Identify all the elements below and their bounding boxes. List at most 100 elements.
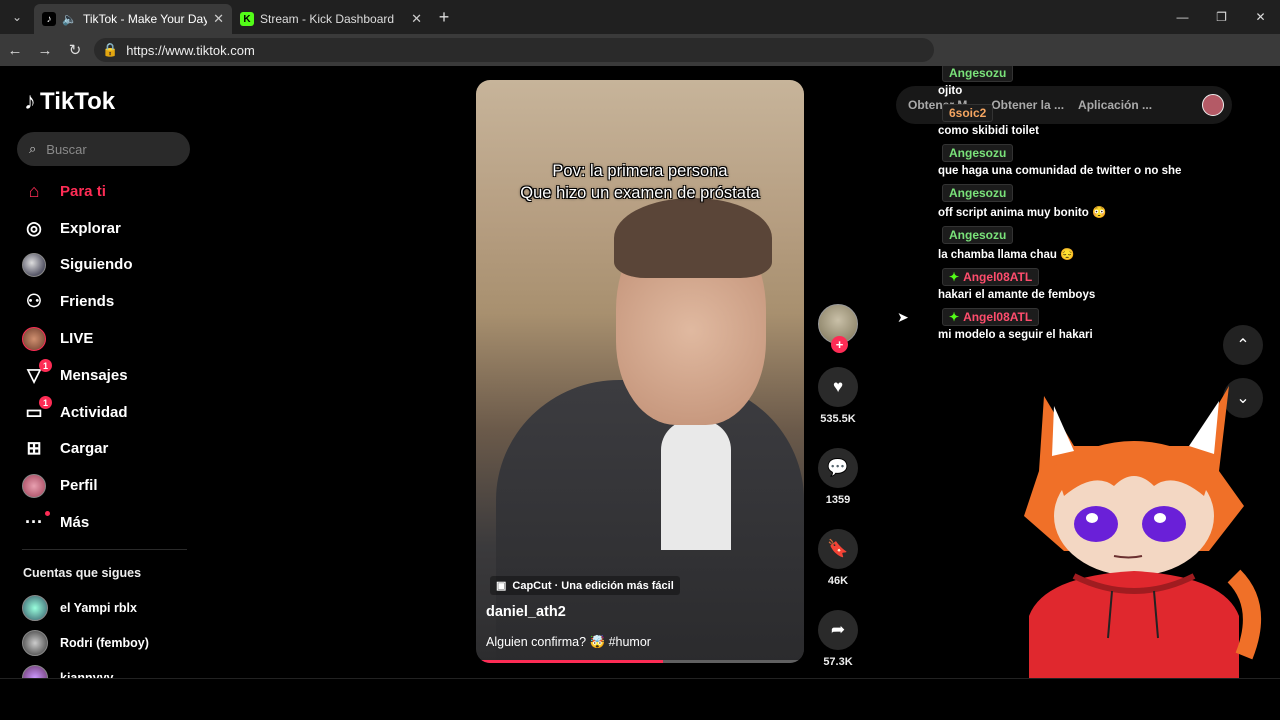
- live-avatar-icon: [22, 326, 46, 351]
- account-name: kiannyyy: [60, 670, 114, 679]
- sidebar-item-explorar[interactable]: ◎ Explorar: [18, 210, 198, 247]
- profile-avatar-icon: [22, 473, 46, 498]
- capcut-icon: ▣: [496, 580, 507, 592]
- chat-username-text: Angel08ATL: [963, 270, 1033, 284]
- stream-chat-overlay: ahora tengo duda que beneficios tengo si…: [938, 66, 1238, 348]
- video-actions: + ♥ 535.5K 💬 1359 🔖 46K ➦ 57.3K: [814, 304, 862, 678]
- chat-message: Angesozu que haga una comunidad de twitte…: [938, 144, 1238, 177]
- chat-username-text: Angesozu: [949, 228, 1007, 242]
- browser-tab-kick[interactable]: K Stream - Kick Dashboard ✕: [232, 4, 430, 34]
- url-input[interactable]: 🔒 https://www.tiktok.com: [94, 38, 934, 62]
- forward-icon[interactable]: →: [30, 42, 60, 59]
- chat-username-text: Angesozu: [949, 186, 1007, 200]
- reload-icon[interactable]: ↻: [60, 41, 90, 59]
- chat-message: Angesozu off script anima muy bonito 😳: [938, 184, 1238, 219]
- sidebar-item-label: Mensajes: [60, 366, 128, 384]
- sidebar-item-cargar[interactable]: ⊞ Cargar: [18, 431, 198, 468]
- chat-username-text: Angel08ATL: [963, 310, 1033, 324]
- chat-username[interactable]: ✦ Angel08ATL: [942, 268, 1040, 286]
- chat-username[interactable]: Angesozu: [942, 66, 1014, 82]
- video-caption: Pov: la primera persona Que hizo un exam…: [476, 160, 804, 204]
- close-window-icon[interactable]: ✕: [1241, 0, 1280, 34]
- chat-username-text: Angesozu: [949, 146, 1007, 160]
- taskbar-area: [0, 678, 1280, 720]
- video-frame-hair: [614, 198, 772, 278]
- tiktok-icon: ♪: [42, 12, 56, 26]
- chat-message-text: off script anima muy bonito 😳: [938, 207, 1107, 219]
- window-controls: — ❐ ✕: [1163, 0, 1280, 34]
- follow-plus-icon[interactable]: +: [831, 336, 848, 353]
- tab-list-chevron-icon[interactable]: ⌄: [0, 0, 34, 34]
- sidebar-item-mensajes[interactable]: ▽ 1 Mensajes: [18, 357, 198, 394]
- chat-username-text: 6soic2: [949, 106, 987, 120]
- share-count: 57.3K: [823, 656, 853, 668]
- caption-line: Pov: la primera persona: [552, 162, 728, 180]
- account-name: Rodri (femboy): [60, 635, 149, 650]
- video-author[interactable]: daniel_ath2: [486, 604, 566, 620]
- compass-icon: ◎: [26, 217, 42, 238]
- sidebar-item-label: Cargar: [60, 440, 109, 458]
- video-frame-shirt: [661, 420, 731, 550]
- comment-count: 1359: [825, 494, 851, 506]
- bookmark-icon[interactable]: 🔖: [818, 529, 858, 569]
- browser-tab-tiktok[interactable]: ♪ 🔈 TikTok - Make Your Day ✕: [34, 4, 232, 34]
- chat-username[interactable]: Angesozu: [942, 144, 1014, 162]
- sidebar-item-mas[interactable]: ··· Más: [18, 504, 198, 541]
- close-icon[interactable]: ✕: [213, 11, 224, 27]
- site-info-icon[interactable]: 🔒: [102, 42, 118, 58]
- chat-message: Angesozu ojito: [938, 66, 1238, 97]
- video-progress-bar[interactable]: [476, 660, 804, 663]
- video-description: Alguien confirma? 🤯 #humor: [486, 635, 651, 649]
- account-name: el Yampi rblx: [60, 600, 137, 615]
- caption-line: Que hizo un examen de próstata: [520, 184, 760, 202]
- share-arrow-icon[interactable]: ➦: [818, 610, 858, 650]
- search-input[interactable]: ⌕ Buscar: [17, 132, 190, 166]
- sidebar-item-actividad[interactable]: ▭ 1 Actividad: [18, 394, 198, 431]
- chat-message: 6soic2 como skibidi toilet: [938, 104, 1238, 137]
- mouse-cursor-icon: ➤: [897, 309, 909, 325]
- sub-badge-icon: ✦: [949, 310, 960, 324]
- back-icon[interactable]: ←: [0, 42, 30, 59]
- more-icon: ···: [22, 510, 50, 535]
- speaker-icon[interactable]: 🔈: [62, 12, 77, 26]
- maximize-icon[interactable]: ❐: [1202, 0, 1241, 34]
- sub-badge-icon: ✦: [949, 270, 960, 284]
- new-tab-button[interactable]: +: [430, 7, 458, 28]
- capcut-tag[interactable]: ▣ CapCut · Una edición más fácil: [490, 576, 680, 595]
- video-progress-fill: [476, 660, 663, 663]
- like-heart-icon[interactable]: ♥: [818, 367, 858, 407]
- following-account-item[interactable]: kiannyyy: [22, 660, 149, 678]
- comment-icon[interactable]: 💬: [818, 448, 858, 488]
- sidebar-item-para-ti[interactable]: ⌂ Para ti: [18, 173, 198, 210]
- home-icon: ⌂: [28, 180, 40, 201]
- video-player[interactable]: Pov: la primera persona Que hizo un exam…: [476, 80, 804, 663]
- tiktok-logo[interactable]: ♪ TikTok: [24, 88, 115, 116]
- sidebar-item-live[interactable]: LIVE: [18, 320, 198, 357]
- like-count: 535.5K: [820, 413, 856, 425]
- sidebar-item-label: Actividad: [60, 403, 128, 421]
- scroll-up-chevron-icon[interactable]: ⌃: [1223, 325, 1263, 365]
- chat-message-text: ojito: [938, 85, 963, 97]
- kick-icon: K: [240, 12, 254, 26]
- close-icon[interactable]: ✕: [411, 11, 422, 27]
- avatar: [22, 629, 48, 656]
- sidebar-item-perfil[interactable]: Perfil: [18, 467, 198, 504]
- save-count: 46K: [827, 575, 849, 587]
- chat-username[interactable]: 6soic2: [942, 104, 994, 122]
- messages-icon: ▽ 1: [22, 359, 52, 387]
- tiktok-note-icon: ♪: [24, 88, 36, 115]
- creator-avatar[interactable]: +: [818, 304, 858, 353]
- following-account-item[interactable]: Rodri (femboy): [22, 625, 149, 660]
- sidebar-item-friends[interactable]: ⚇ Friends: [18, 283, 198, 320]
- chat-username[interactable]: ✦ Angel08ATL: [942, 308, 1040, 326]
- chat-username[interactable]: Angesozu: [942, 226, 1014, 244]
- sidebar-item-siguiendo[interactable]: Siguiendo: [18, 247, 198, 284]
- following-account-item[interactable]: el Yampi rblx: [22, 590, 149, 625]
- sidebar-divider: [22, 549, 187, 550]
- chat-username[interactable]: Angesozu: [942, 184, 1014, 202]
- minimize-icon[interactable]: —: [1163, 0, 1202, 34]
- browser-tab-bar: ⌄ ♪ 🔈 TikTok - Make Your Day ✕ K Stream …: [0, 0, 1280, 34]
- video-frame-jacket: [496, 380, 804, 663]
- search-placeholder: Buscar: [46, 141, 87, 157]
- url-text: https://www.tiktok.com: [126, 42, 255, 58]
